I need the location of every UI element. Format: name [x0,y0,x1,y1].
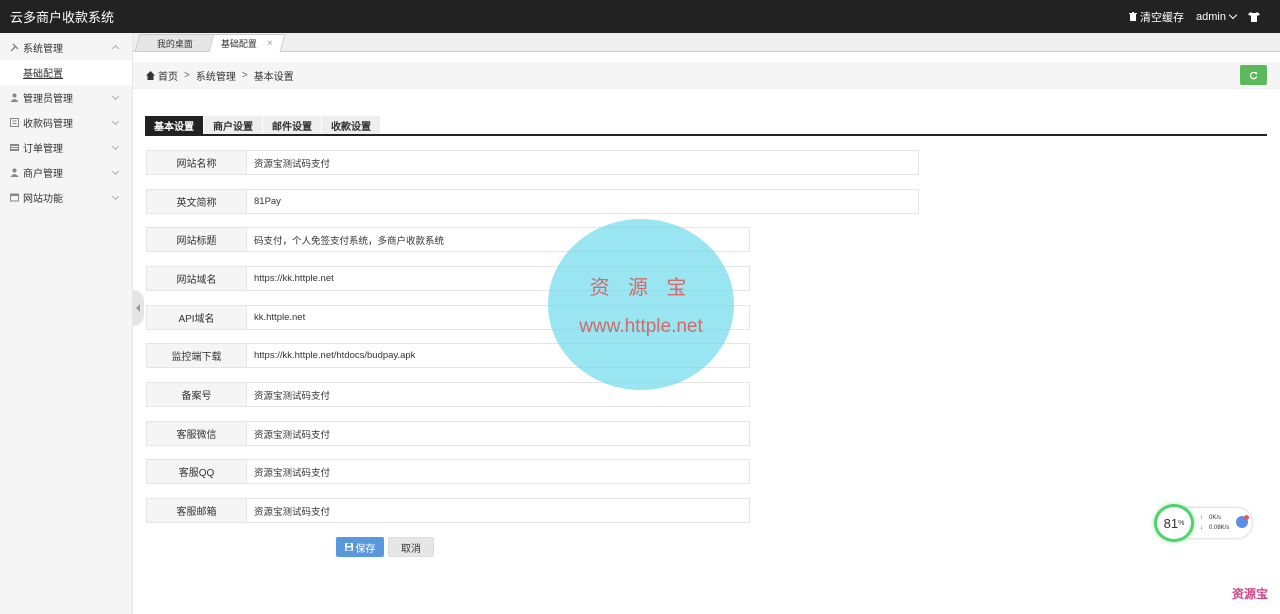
user-icon [10,168,19,177]
form-row: 客服微信 资源宝测试码支付 [146,421,750,446]
tab-label: 我的桌面 [156,38,193,49]
chevron-down-icon [111,142,120,151]
clear-cache-label: 清空缓存 [1140,11,1185,24]
app-title: 云多商户收款系统 [10,10,115,25]
form-row: 客服QQ 资源宝测试码支付 [146,459,750,484]
watermark-text: 资 源 宝 [589,275,693,299]
save-label: 保存 [355,543,376,555]
top-bar: 云多商户收款系统 清空缓存 admin [0,0,1280,33]
gauge-unit: % [1178,519,1185,527]
form-tabs: 基本设置 商户设置 邮件设置 收款设置 [145,116,1267,136]
refresh-icon [1249,71,1258,79]
sidebar-item-admins[interactable]: 管理员管理 [0,85,132,110]
tab-label: 基础配置 [220,39,257,49]
tab-desktop[interactable]: 我的桌面 [134,34,216,52]
speed-widget[interactable]: 81% ↑ 0K/s ↓ 0.08K/s [1154,504,1254,542]
upload-rate: 0K/s [1209,515,1222,521]
chevron-down-icon [111,192,120,201]
home-icon [146,70,155,80]
window-icon [10,193,19,202]
breadcrumb-level2: 基本设置 [253,71,294,83]
qrcode-icon [10,118,19,127]
chevron-up-icon [111,44,120,53]
tshirt-icon[interactable] [1248,11,1260,22]
tab-bar: 我的桌面 基础配置 × [133,33,1280,52]
form-row: 客服邮箱 资源宝测试码支付 [146,498,750,523]
tools-icon [10,43,19,52]
sidebar: 系统管理 基础配置 管理员管理 收款码管理 订单管理 商户管理 网站功能 [0,33,133,614]
sidebar-item-site-functions[interactable]: 网站功能 [0,185,132,210]
down-arrow-icon: ↓ [1200,525,1203,531]
chevron-down-icon [1228,10,1238,20]
english-name-input[interactable]: 81Pay [246,189,919,214]
field-label: 监控端下载 [146,343,246,368]
up-arrow-icon: ↑ [1200,515,1203,521]
sidebar-subitem-basic-config[interactable]: 基础配置 [0,60,132,85]
tab-basic-config[interactable]: 基础配置 × [208,34,286,52]
list-icon [10,144,19,151]
field-label: 客服QQ [146,459,246,484]
chevron-down-icon [111,167,120,176]
watermark-url: www.httple.net [579,316,703,337]
chevron-down-icon [111,92,120,101]
breadcrumb: 首页 > 系统管理 > 基本设置 [133,62,1280,89]
sidebar-item-label: 收款码管理 [23,119,73,130]
boost-icon[interactable] [1236,515,1249,528]
field-label: 网站域名 [146,266,246,291]
user-icon [10,93,19,102]
form-row: 网站名称 资源宝测试码支付 [146,150,919,175]
field-label: 客服微信 [146,421,246,446]
chevron-down-icon [111,117,120,126]
save-icon [344,543,353,551]
form-tab-basic[interactable]: 基本设置 [145,116,203,134]
icp-number-input[interactable]: 资源宝测试码支付 [246,382,750,407]
form-tab-merchant[interactable]: 商户设置 [204,116,262,134]
field-label: API域名 [146,305,246,330]
user-name: admin [1196,10,1226,23]
sidebar-item-qrcodes[interactable]: 收款码管理 [0,110,132,135]
field-label: 备案号 [146,382,246,407]
form-buttons: 保存 取消 [336,537,434,557]
trash-icon [1129,12,1138,21]
sidebar-collapse-handle[interactable] [133,290,144,326]
breadcrumb-home[interactable]: 首页 [158,68,178,83]
sidebar-item-orders[interactable]: 订单管理 [0,135,132,160]
sidebar-item-label: 网站功能 [23,194,63,205]
refresh-button[interactable] [1240,65,1267,85]
network-rates: ↑ 0K/s ↓ 0.08K/s [1200,513,1229,533]
site-name-input[interactable]: 资源宝测试码支付 [246,150,919,175]
form-tab-payment[interactable]: 收款设置 [322,116,380,134]
sidebar-item-label: 订单管理 [23,144,63,155]
sidebar-item-system[interactable]: 系统管理 [0,35,132,60]
clear-cache-button[interactable]: 清空缓存 [1129,9,1184,25]
sidebar-item-label: 商户管理 [23,169,63,180]
field-label: 英文简称 [146,189,246,214]
field-label: 网站标题 [146,227,246,252]
memory-gauge: 81% [1154,504,1194,542]
breadcrumb-separator: > [241,69,248,81]
service-wechat-input[interactable]: 资源宝测试码支付 [246,421,750,446]
service-email-input[interactable]: 资源宝测试码支付 [246,498,750,523]
sidebar-item-merchants[interactable]: 商户管理 [0,160,132,185]
close-icon[interactable]: × [267,38,273,49]
breadcrumb-separator: > [184,69,190,81]
gauge-percent: 81 [1163,515,1179,531]
breadcrumb-level1[interactable]: 系统管理 [196,68,236,83]
form-tab-mail[interactable]: 邮件设置 [263,116,321,134]
field-label: 网站名称 [146,150,246,175]
watermark: 资 源 宝 www.httple.net [548,219,734,390]
cancel-button[interactable]: 取消 [388,537,434,557]
save-button[interactable]: 保存 [336,537,384,557]
user-menu[interactable]: admin [1196,10,1238,23]
field-label: 客服邮箱 [146,498,246,523]
download-rate: 0.08K/s [1209,525,1230,531]
brand-watermark: 资源宝 [1231,587,1268,601]
sidebar-item-label: 管理员管理 [23,94,73,105]
form-row: 英文简称 81Pay [146,189,919,214]
sidebar-item-label: 系统管理 [23,44,63,55]
service-qq-input[interactable]: 资源宝测试码支付 [246,459,750,484]
